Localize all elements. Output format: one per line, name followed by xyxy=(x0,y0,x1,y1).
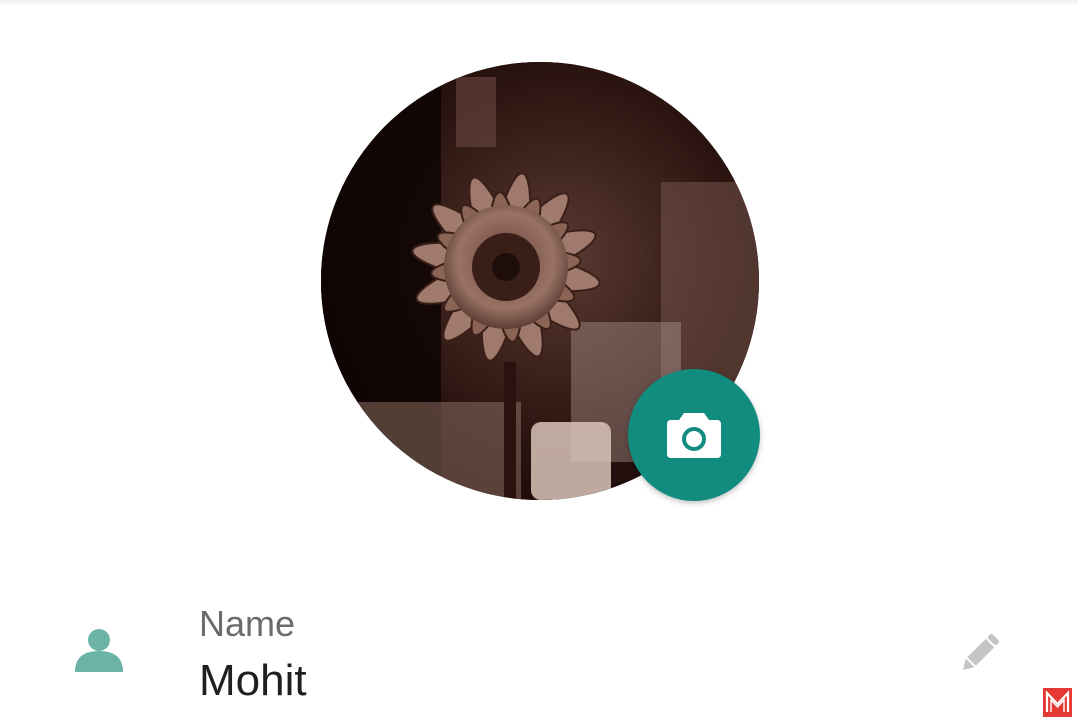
pencil-icon[interactable] xyxy=(955,628,1005,678)
person-icon xyxy=(75,629,123,672)
change-photo-button[interactable] xyxy=(628,369,760,501)
name-value: Mohit xyxy=(199,656,307,705)
camera-icon xyxy=(667,413,721,458)
top-divider xyxy=(0,0,1078,6)
name-label: Name xyxy=(199,603,296,644)
watermark-m-icon xyxy=(1045,690,1070,712)
name-row[interactable]: Name Mohit xyxy=(0,590,1078,710)
watermark-logo xyxy=(1042,687,1073,718)
